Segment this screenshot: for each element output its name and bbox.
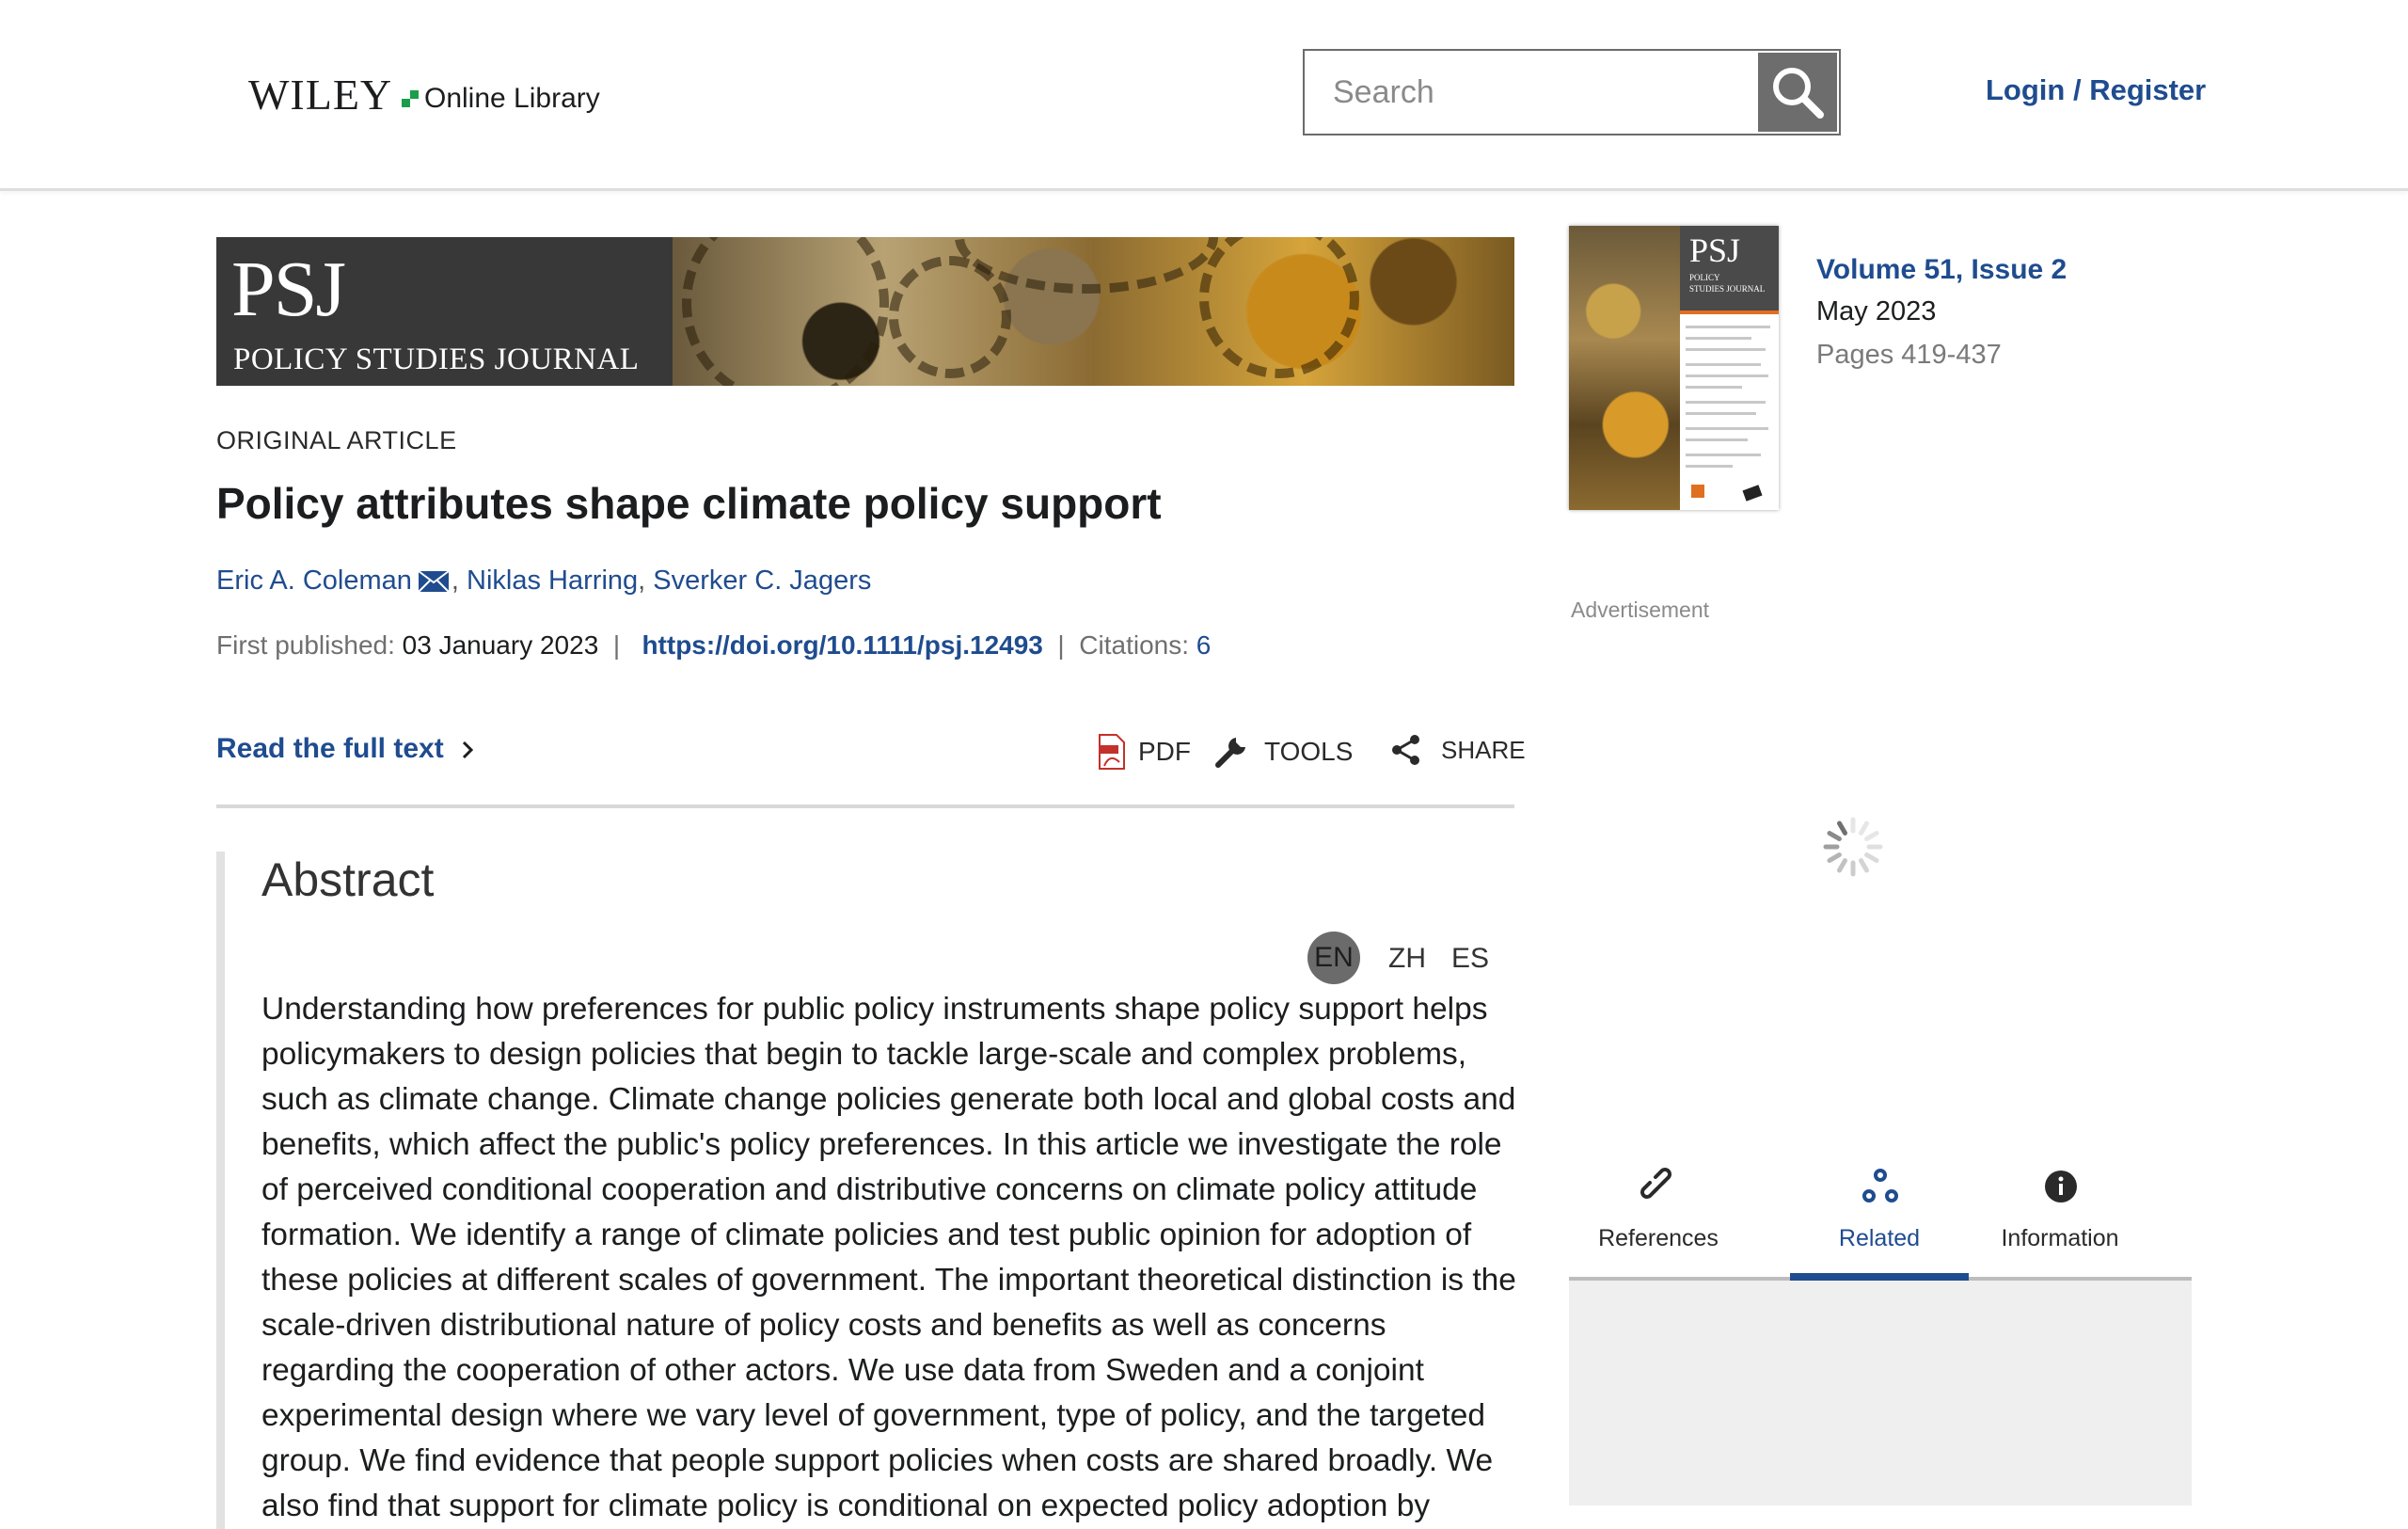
pdf-label: PDF bbox=[1138, 737, 1191, 766]
info-icon bbox=[2045, 1171, 2077, 1202]
journal-name: POLICY STUDIES JOURNAL bbox=[233, 342, 640, 376]
author-list: Eric A. Coleman, Niklas Harring, Sverker… bbox=[216, 565, 872, 596]
online-library-logo-text[interactable]: Online Library bbox=[424, 83, 600, 115]
author-link[interactable]: Niklas Harring bbox=[467, 565, 638, 596]
journal-banner-gears-image bbox=[673, 237, 1514, 386]
journal-abbreviation: PSJ bbox=[231, 246, 346, 333]
chevron-right-icon bbox=[462, 741, 474, 759]
language-option-zh[interactable]: ZH bbox=[1381, 934, 1434, 983]
separator: | bbox=[1050, 630, 1072, 660]
cover-toc-line bbox=[1686, 427, 1768, 430]
cover-gears-artwork bbox=[1569, 226, 1680, 510]
abstract-heading: Abstract bbox=[261, 853, 435, 906]
cover-toc-line bbox=[1686, 363, 1761, 366]
pdf-file-icon bbox=[1099, 734, 1125, 770]
share-button[interactable]: SHARE bbox=[1390, 734, 1526, 766]
cover-journal-name-2: STUDIES JOURNAL bbox=[1689, 284, 1766, 294]
tab-information[interactable]: Information bbox=[1971, 1157, 2149, 1277]
loading-spinner-icon bbox=[1823, 817, 1883, 877]
cover-toc-line bbox=[1686, 374, 1768, 377]
share-label: SHARE bbox=[1441, 735, 1526, 764]
issue-date: May 2023 bbox=[1816, 296, 1937, 327]
cover-toc-line bbox=[1686, 337, 1751, 340]
read-full-text-link[interactable]: Read the full text bbox=[216, 733, 478, 765]
section-divider bbox=[216, 804, 1514, 808]
wrench-icon bbox=[1215, 738, 1245, 768]
wiley-logo-mark-icon bbox=[402, 90, 419, 107]
site-header: WILEY Online Library Login / Register bbox=[0, 0, 2408, 191]
article-type: ORIGINAL ARTICLE bbox=[216, 426, 457, 454]
email-icon[interactable] bbox=[418, 570, 450, 594]
cover-toc-line bbox=[1686, 326, 1770, 328]
cover-toc-line bbox=[1686, 412, 1756, 415]
doi-link[interactable]: https://doi.org/10.1111/psj.12493 bbox=[642, 630, 1042, 660]
author-link[interactable]: Sverker C. Jagers bbox=[653, 565, 871, 596]
related-tab-panel bbox=[1569, 1281, 2192, 1505]
citations-label: Citations: bbox=[1079, 630, 1189, 660]
search-icon bbox=[1773, 68, 1824, 119]
search-button[interactable] bbox=[1758, 53, 1837, 132]
tab-references[interactable]: References bbox=[1569, 1157, 1748, 1277]
cover-accent-stripe bbox=[1680, 311, 1779, 314]
publication-info: First published: 03 January 2023 | https… bbox=[216, 630, 1211, 661]
wiley-logo[interactable]: WILEY bbox=[248, 70, 392, 119]
abstract-accent-bar bbox=[216, 852, 225, 1529]
pdf-button[interactable]: PDF bbox=[1097, 734, 1191, 770]
tools-label: TOOLS bbox=[1264, 737, 1354, 766]
cover-toc-line bbox=[1686, 386, 1742, 389]
login-register-link[interactable]: Login / Register bbox=[1986, 73, 2206, 107]
sidebar-tabs: References Related Information bbox=[1569, 1157, 2192, 1281]
journal-cover-image[interactable]: PSJ POLICY STUDIES JOURNAL bbox=[1569, 226, 1779, 510]
cover-journal-name-1: POLICY bbox=[1689, 273, 1720, 282]
cover-abbreviation: PSJ bbox=[1689, 231, 1741, 269]
abstract-text: Understanding how preferences for public… bbox=[261, 992, 1516, 1523]
cover-toc-line bbox=[1686, 454, 1761, 456]
author-link[interactable]: Eric A. Coleman bbox=[216, 565, 412, 596]
tab-related-label: Related bbox=[1838, 1225, 1921, 1251]
search-form bbox=[1303, 49, 1841, 135]
advertisement-label: Advertisement bbox=[1571, 597, 1710, 622]
cover-publisher-mark-icon bbox=[1691, 485, 1704, 498]
article-title: Policy attributes shape climate policy s… bbox=[216, 479, 1162, 528]
cover-toc-line bbox=[1686, 401, 1766, 404]
cover-wiley-mark-icon bbox=[1742, 485, 1763, 502]
cover-toc-line bbox=[1686, 465, 1733, 468]
separator: | bbox=[606, 630, 635, 660]
link-icon bbox=[1640, 1168, 1671, 1199]
language-option-es[interactable]: ES bbox=[1444, 934, 1497, 983]
first-published-date: 03 January 2023 bbox=[402, 630, 599, 660]
cover-toc-line bbox=[1686, 438, 1748, 441]
tab-information-label: Information bbox=[2001, 1225, 2119, 1251]
tab-related[interactable]: Related bbox=[1790, 1157, 1969, 1281]
language-option-en[interactable]: EN bbox=[1307, 932, 1360, 984]
tab-references-label: References bbox=[1598, 1225, 1719, 1251]
citations-count-link[interactable]: 6 bbox=[1196, 630, 1212, 660]
read-full-text-label: Read the full text bbox=[216, 733, 444, 764]
journal-banner[interactable]: PSJ POLICY STUDIES JOURNAL bbox=[216, 237, 1514, 386]
page-range: Pages 419-437 bbox=[1816, 340, 2002, 370]
related-icon bbox=[1862, 1169, 1898, 1202]
first-published-label: First published: bbox=[216, 630, 395, 660]
volume-issue-link[interactable]: Volume 51, Issue 2 bbox=[1816, 254, 2067, 286]
tools-button[interactable]: TOOLS bbox=[1213, 734, 1353, 770]
share-icon bbox=[1392, 735, 1419, 765]
journal-banner-title-block: PSJ POLICY STUDIES JOURNAL bbox=[216, 237, 673, 386]
search-input[interactable] bbox=[1305, 51, 1756, 134]
cover-toc-line bbox=[1686, 348, 1766, 351]
cover-title-block: PSJ POLICY STUDIES JOURNAL bbox=[1680, 226, 1779, 311]
